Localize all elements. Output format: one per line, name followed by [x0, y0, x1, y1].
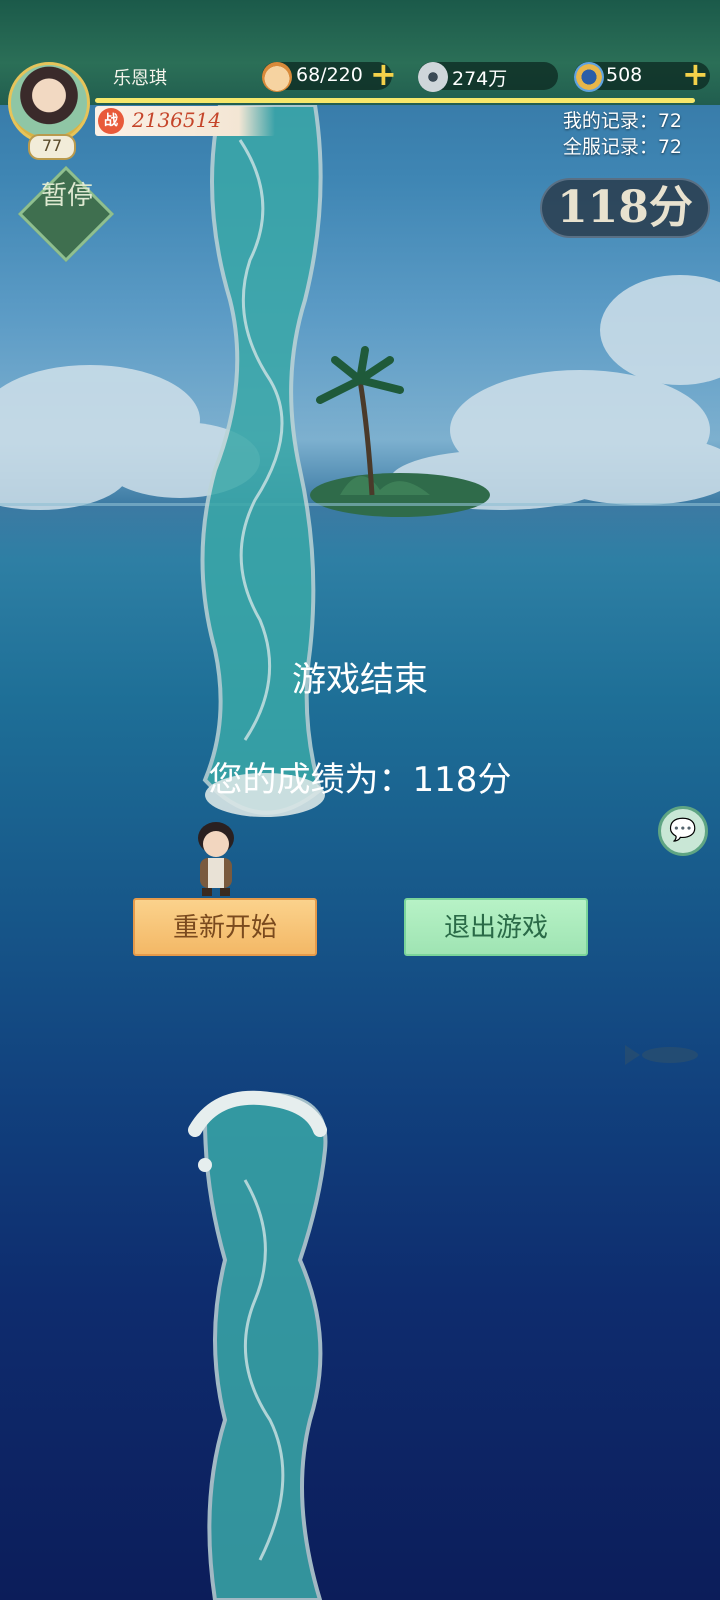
- water-column-bottom: [188, 1090, 328, 1600]
- add-buns-icon[interactable]: +: [370, 58, 397, 90]
- resource-coins-value: 274万: [452, 68, 508, 90]
- water-column-top: [200, 103, 325, 817]
- power-value: 2136514: [132, 108, 222, 132]
- game-over-title: 游戏结束: [292, 660, 428, 700]
- my-record: 我的记录：72: [562, 110, 682, 132]
- player-character: [198, 822, 234, 896]
- player-name: 乐恩琪: [113, 68, 167, 89]
- jade-icon: [574, 62, 604, 92]
- pause-label[interactable]: 暂停: [36, 180, 98, 212]
- player-avatar[interactable]: [8, 62, 90, 144]
- bun-icon: [262, 62, 292, 92]
- player-level: 77: [28, 134, 76, 160]
- restart-button[interactable]: 重新开始: [133, 898, 317, 956]
- chat-icon[interactable]: 💬: [658, 806, 708, 856]
- exit-game-button[interactable]: 退出游戏: [404, 898, 588, 956]
- resource-jade-value: 508: [606, 64, 643, 86]
- horizon-line: [0, 503, 720, 506]
- server-record: 全服记录：72: [562, 136, 682, 158]
- progress-line: [95, 98, 695, 103]
- fish: [625, 1045, 698, 1065]
- resource-buns-value: 68/220: [296, 64, 363, 86]
- final-score-text: 您的成绩为：118分: [208, 760, 512, 800]
- current-score-badge: 118分: [540, 178, 710, 238]
- coin-icon: [418, 62, 448, 92]
- records-panel: 我的记录：72 全服记录：72: [563, 108, 682, 160]
- add-jade-icon[interactable]: +: [682, 58, 709, 90]
- power-icon: 战: [98, 108, 124, 134]
